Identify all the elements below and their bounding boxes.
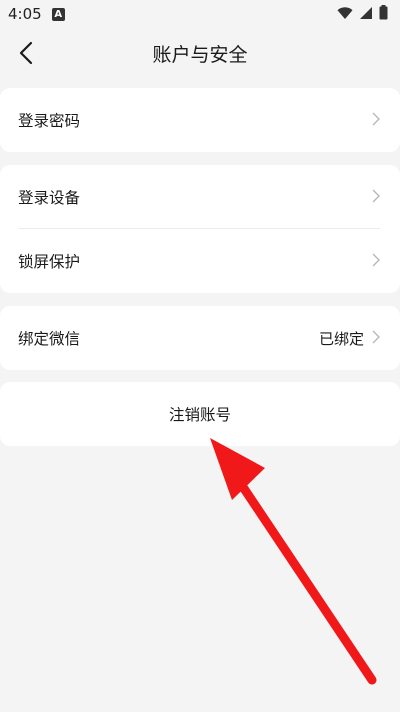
status-icons xyxy=(337,4,388,24)
lock-screen-label: 锁屏保护 xyxy=(18,253,81,271)
back-button[interactable] xyxy=(10,36,42,70)
wifi-icon xyxy=(337,5,353,24)
login-devices-row[interactable]: 登录设备 xyxy=(0,165,400,229)
cancel-account-card: 注销账号 xyxy=(0,382,400,446)
login-password-label: 登录密码 xyxy=(18,112,81,130)
bind-wechat-label: 绑定微信 xyxy=(18,330,81,348)
signal-icon xyxy=(359,5,373,24)
chevron-left-icon xyxy=(19,41,33,65)
chevron-right-icon xyxy=(372,188,380,207)
page-title: 账户与安全 xyxy=(152,43,248,66)
chevron-right-icon xyxy=(372,111,380,130)
battery-icon xyxy=(379,4,388,24)
status-time: 4:05 xyxy=(8,5,42,23)
cancel-account-button[interactable]: 注销账号 xyxy=(0,382,400,446)
devices-card: 登录设备 锁屏保护 xyxy=(0,165,400,293)
lock-screen-row[interactable]: 锁屏保护 xyxy=(0,229,400,293)
header: 账户与安全 xyxy=(0,28,400,78)
wechat-card: 绑定微信 已绑定 xyxy=(0,306,400,370)
login-password-row[interactable]: 登录密码 xyxy=(0,88,400,152)
login-devices-label: 登录设备 xyxy=(18,189,81,207)
bind-wechat-status: 已绑定 xyxy=(318,329,364,348)
bind-wechat-row[interactable]: 绑定微信 已绑定 xyxy=(0,306,400,370)
password-card: 登录密码 xyxy=(0,88,400,152)
cancel-account-label: 注销账号 xyxy=(168,406,231,424)
notification-a-icon: A xyxy=(51,7,65,21)
status-bar: 4:05 A xyxy=(0,0,400,28)
chevron-right-icon xyxy=(372,252,380,271)
chevron-right-icon xyxy=(372,329,380,348)
